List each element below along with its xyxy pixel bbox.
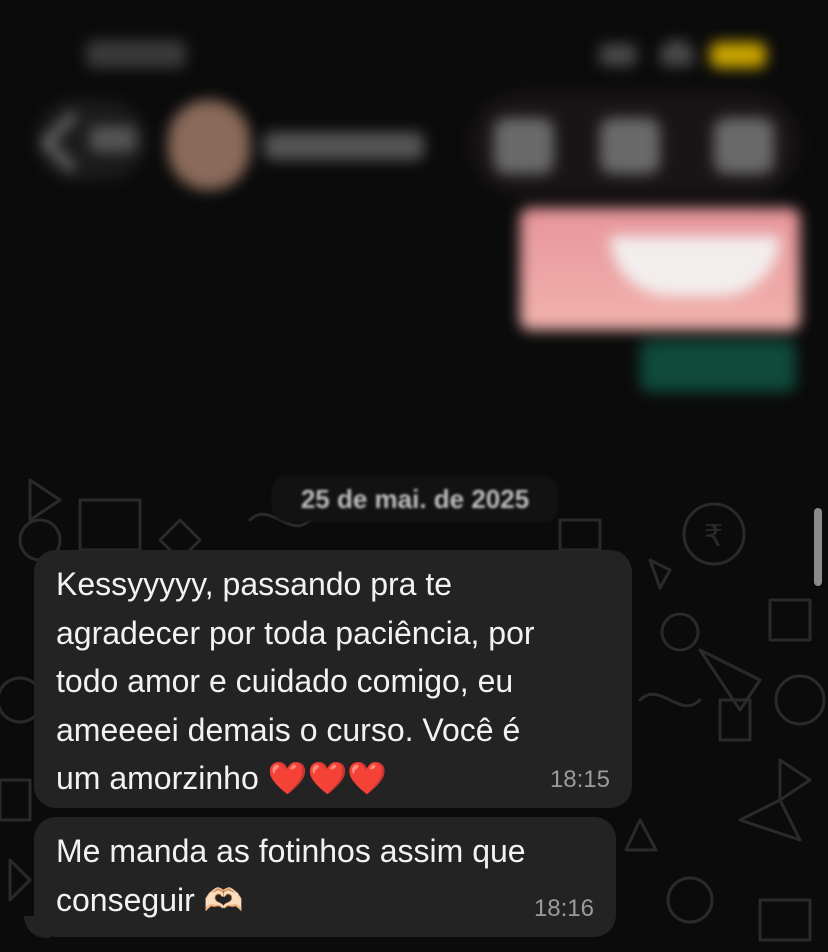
message-line: agradecer por toda paciência, por [56,614,535,651]
contact-avatar[interactable] [168,100,250,190]
back-button[interactable] [36,100,146,180]
message-line: um amorzinho ❤️❤️❤️ [56,760,388,796]
contact-name[interactable] [264,132,424,160]
signal-icon [600,44,636,66]
camera-icon[interactable] [494,118,554,174]
image-message[interactable] [520,208,800,330]
message-line: conseguir 🫶🏻 [56,881,244,918]
status-bar-time [86,40,186,68]
scrollbar[interactable] [814,508,822,586]
message-bubble[interactable]: Kessyyyyy, passando pra te agradecer por… [34,550,632,808]
message-bubble[interactable]: Me manda as fotinhos assim que conseguir… [34,817,616,937]
svg-text:₹: ₹ [704,520,723,553]
message-text: Kessyyyyy, passando pra te agradecer por… [56,560,535,803]
message-timestamp: 18:15 [549,766,610,793]
message-line: ameeeei demais o curso. Você é [56,711,521,748]
blurred-header-region [0,0,828,470]
video-icon[interactable] [600,118,660,174]
status-icons [600,38,770,70]
unread-count-badge [90,126,136,152]
wifi-icon [660,40,694,66]
message-line: Kessyyyyy, passando pra te [56,566,453,602]
phone-icon[interactable] [714,118,774,174]
message-text: Me manda as fotinhos assim que conseguir… [56,827,526,924]
chat-screen: ₹ 25 de mai. de 2025 Kessyyyyy, passando… [0,0,828,952]
image-content [610,236,780,296]
image-message-meta [640,340,796,392]
date-separator-label: 25 de mai. de 2025 [300,484,530,514]
header-actions [470,92,800,196]
message-timestamp: 18:16 [533,895,594,922]
date-separator: 25 de mai. de 2025 [272,476,558,522]
message-line: todo amor e cuidado comigo, eu [56,663,514,699]
battery-icon [710,42,766,68]
message-line: Me manda as fotinhos assim que [56,833,526,869]
